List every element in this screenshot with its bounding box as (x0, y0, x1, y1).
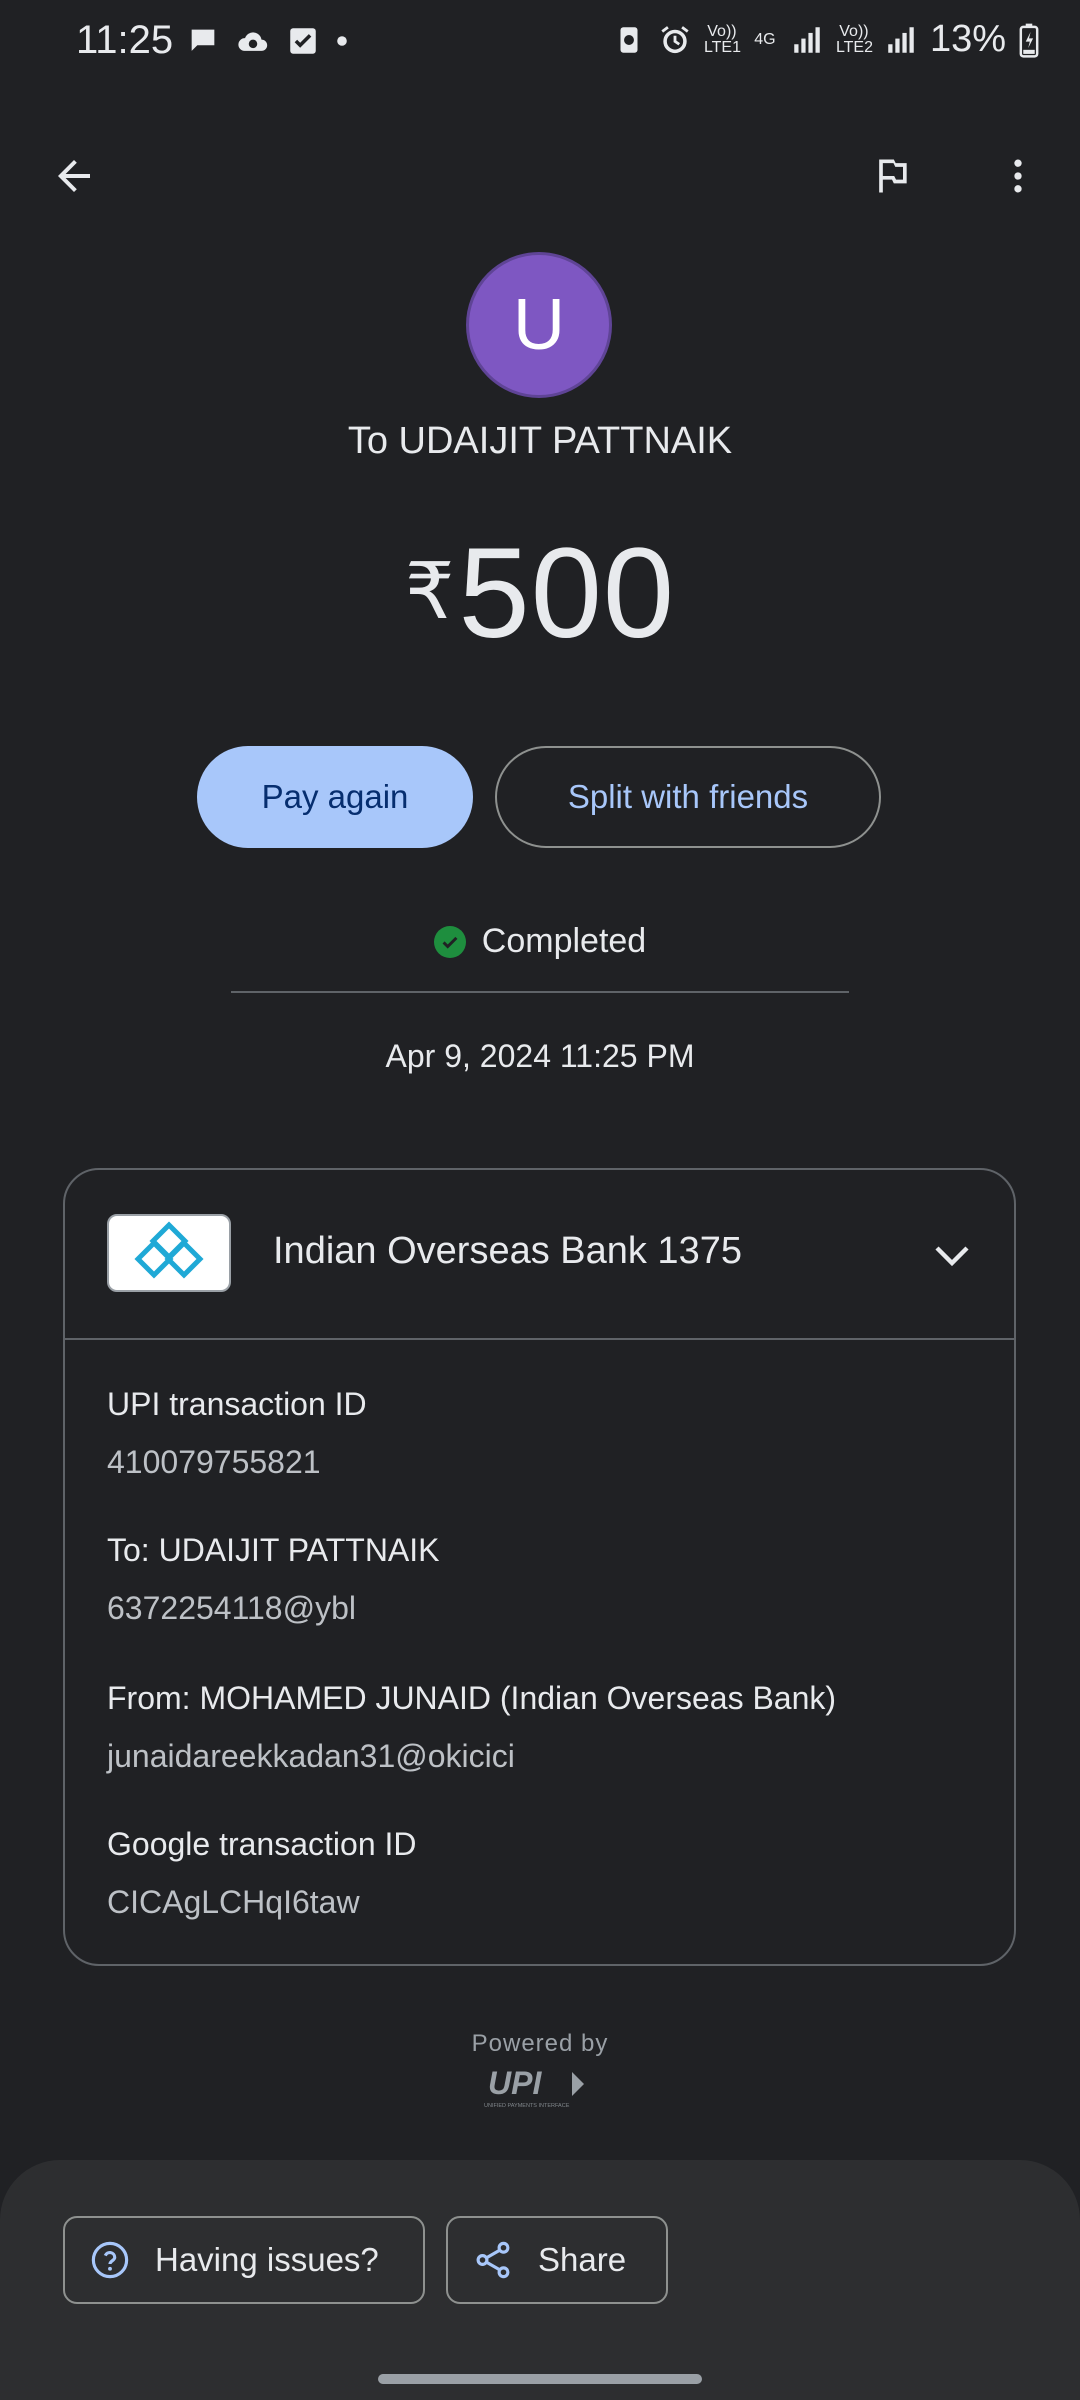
transaction-datetime: Apr 9, 2024 11:25 PM (385, 1038, 695, 1074)
bank-account-row[interactable]: Indian Overseas Bank 1375 (65, 1170, 1014, 1340)
detail-value: 410079755821 (107, 1444, 321, 1480)
detail-value: junaidareekkadan31@okicici (107, 1738, 515, 1774)
expand-button[interactable] (917, 1220, 987, 1290)
bank-logo (107, 1214, 231, 1292)
share-button[interactable]: Share (446, 2216, 668, 2304)
detail-value: CICAgLCHqI6taw (107, 1884, 360, 1920)
detail-label: To: UDAIJIT PATTNAIK (107, 1532, 440, 1568)
more-options-button[interactable] (978, 136, 1058, 216)
check-circle-icon (433, 925, 466, 958)
chat-icon (191, 29, 215, 51)
sim2-label: Vo)) LTE2 (835, 22, 873, 56)
report-button[interactable] (852, 136, 932, 216)
signal-icon (794, 26, 820, 53)
status-time: 11:25 (76, 18, 174, 62)
amount-value: 500 (458, 522, 676, 665)
detail-label: From: MOHAMED JUNAID (Indian Overseas Ba… (107, 1680, 837, 1716)
detail-label: UPI transaction ID (107, 1386, 367, 1422)
alarm-icon (661, 25, 689, 53)
payee-name: To UDAIJIT PATTNAIK (347, 420, 733, 462)
detail-value: 6372254118@ybl (107, 1590, 356, 1626)
detail-label: Google transaction ID (107, 1826, 417, 1862)
currency-symbol: ₹ (404, 547, 455, 635)
battery-percent: 13% (929, 18, 1006, 60)
notification-icons (186, 24, 348, 58)
svg-text:UPI: UPI (488, 2065, 542, 2101)
arrow-back-icon (58, 160, 90, 192)
svg-text:UNIFIED PAYMENTS INTERFACE: UNIFIED PAYMENTS INTERFACE (484, 2103, 570, 2109)
upi-logo: UPI UNIFIED PAYMENTS INTERFACE (484, 2065, 584, 2109)
pay-again-button[interactable]: Pay again (197, 746, 473, 848)
having-issues-button[interactable]: Having issues? (63, 2216, 425, 2304)
help-circle-icon (91, 2241, 129, 2279)
avatar: U (466, 252, 612, 398)
system-status-icons: Vo)) LTE1 4G Vo)) LTE2 13% (612, 18, 1040, 61)
split-with-friends-button[interactable]: Split with friends (495, 746, 881, 848)
bank-name: Indian Overseas Bank 1375 (273, 1230, 742, 1272)
chevron-down-icon (935, 1246, 969, 1267)
share-icon (476, 2241, 510, 2279)
battery-charging-icon (1019, 23, 1039, 58)
transaction-details-card: Indian Overseas Bank 1375 UPI transactio… (63, 1168, 1016, 1966)
cloud-sync-icon (238, 32, 268, 51)
flag-icon (879, 159, 907, 193)
status-bar: 11:25 Vo)) LTE1 4G Vo)) LTE2 13% (0, 0, 1080, 90)
amount: ₹500 (0, 520, 1080, 667)
home-indicator[interactable] (378, 2374, 702, 2384)
share-label: Share (538, 2241, 627, 2278)
checkbox-icon (290, 28, 316, 54)
divider (231, 991, 849, 993)
battery-saver-icon (620, 26, 638, 53)
powered-by-label: Powered by (471, 2030, 609, 2057)
more-vert-icon (1014, 159, 1022, 193)
having-issues-label: Having issues? (155, 2241, 379, 2278)
signal-icon (888, 26, 914, 53)
dot-icon (337, 36, 347, 46)
transaction-status: Completed (0, 922, 1080, 961)
back-button[interactable] (34, 136, 114, 216)
sim1-label: Vo)) LTE1 (703, 22, 741, 56)
status-label: Completed (481, 922, 647, 960)
network-type: 4G (754, 30, 776, 48)
